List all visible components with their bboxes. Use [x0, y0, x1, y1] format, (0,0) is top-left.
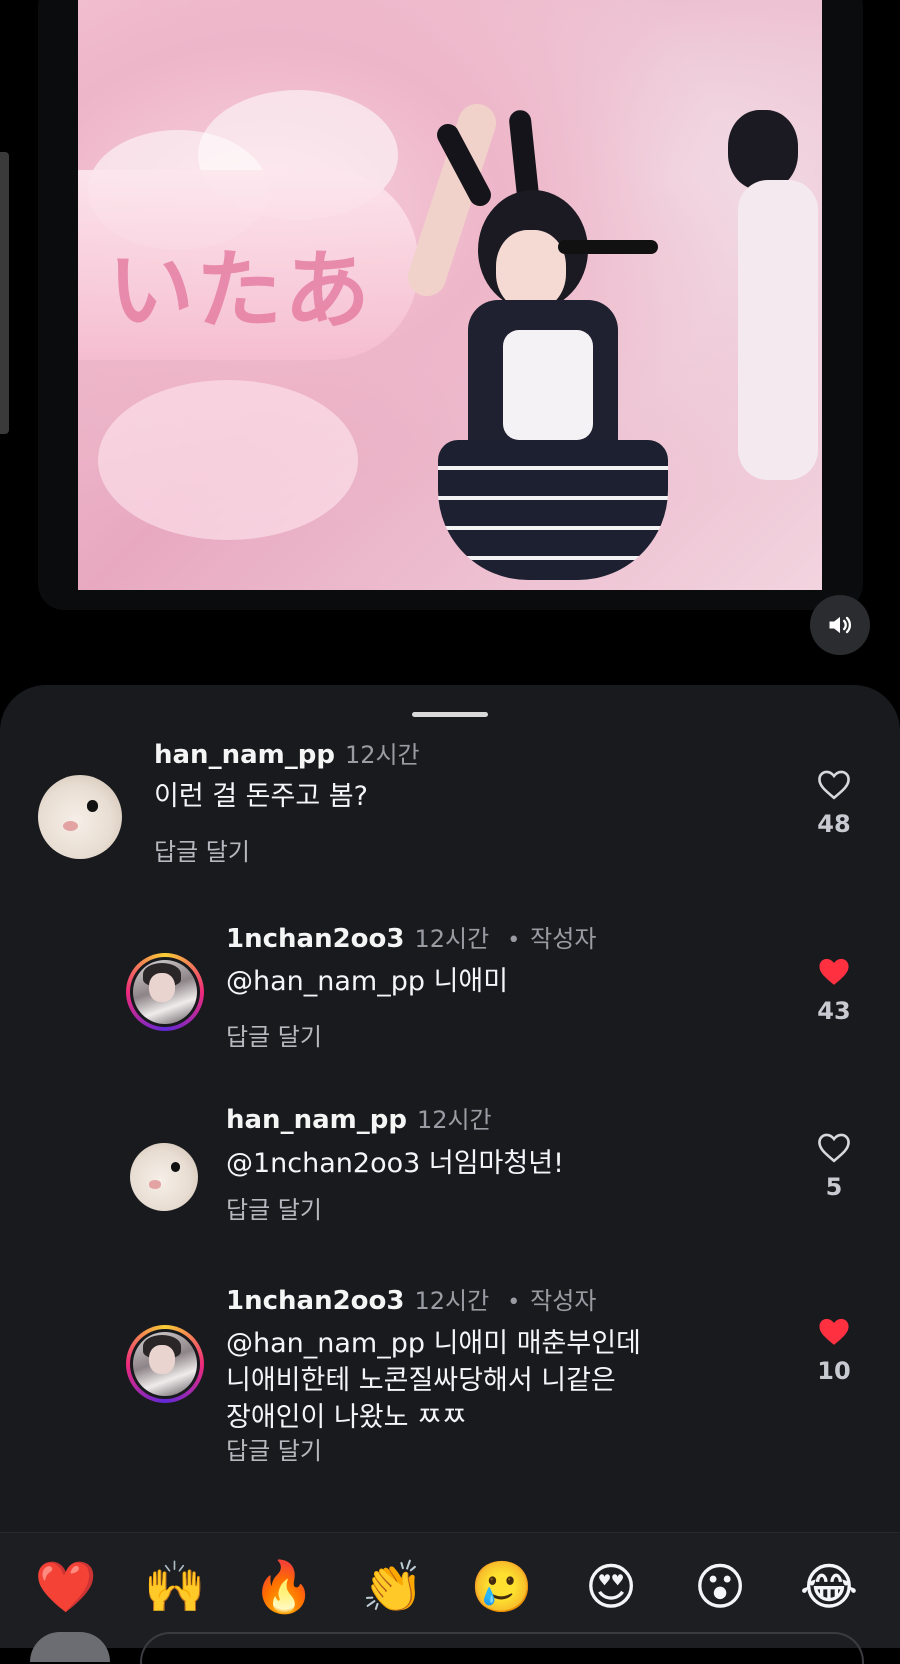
video-frame[interactable]: いたあ — [38, 0, 863, 610]
like-count: 5 — [825, 1173, 843, 1201]
emoji-heart-button[interactable]: ❤️ — [34, 1555, 98, 1619]
comments-sheet: han_nam_pp 12시간 이런 걸 돈주고 봄? 답글 달기 48 1nc… — [0, 685, 900, 1647]
scroll-indicator[interactable] — [0, 152, 9, 434]
reply-button[interactable]: 답글 달기 — [226, 1190, 322, 1225]
sound-toggle-button[interactable] — [810, 595, 870, 655]
comment-text: @han_nam_pp 니애미 — [226, 966, 509, 997]
emoji-tearful-smile-button[interactable]: 🥲 — [470, 1555, 534, 1619]
reply-button[interactable]: 답글 달기 — [154, 832, 250, 867]
video-area: いたあ — [0, 0, 900, 690]
comment-username[interactable]: 1nchan2oo3 — [226, 924, 404, 954]
author-badge: 작성자 — [530, 1287, 597, 1315]
author-badge: 작성자 — [530, 925, 597, 953]
video-content[interactable]: いたあ — [78, 0, 822, 590]
comment-text: @han_nam_pp 니애미 매춘부인데 니애비한테 노콘질싸당해서 니같은 … — [226, 1328, 641, 1433]
heart-outline-icon — [818, 770, 850, 800]
comment-username[interactable]: han_nam_pp — [226, 1105, 407, 1135]
comment-time: 12시간 — [416, 1106, 492, 1134]
emoji-laughing-button[interactable]: 😂 — [797, 1555, 861, 1619]
like-count: 48 — [817, 810, 851, 838]
heart-filled-icon — [819, 1318, 849, 1345]
heart-outline-icon — [818, 1133, 850, 1163]
sheet-drag-handle[interactable] — [412, 712, 488, 717]
like-button[interactable]: 43 — [804, 955, 864, 1025]
reply-button[interactable]: 답글 달기 — [226, 1431, 322, 1466]
like-count: 43 — [817, 997, 851, 1025]
comment-text: 이런 걸 돈주고 봄? — [154, 781, 368, 812]
like-button[interactable]: 5 — [804, 1131, 864, 1201]
heart-filled-icon — [819, 958, 849, 985]
comment-time: 12시간 — [414, 1287, 490, 1315]
emoji-heart-eyes-button[interactable]: 😍 — [579, 1555, 643, 1619]
emoji-raised-hands-button[interactable]: 🙌 — [143, 1555, 207, 1619]
emoji-reaction-bar: ❤️ 🙌 🔥 👏 🥲 😍 😮 😂 — [0, 1532, 900, 1648]
comment-username[interactable]: 1nchan2oo3 — [226, 1286, 404, 1316]
emoji-clap-button[interactable]: 👏 — [361, 1555, 425, 1619]
like-button[interactable]: 48 — [804, 768, 864, 838]
reply-button[interactable]: 답글 달기 — [226, 1017, 322, 1052]
avatar[interactable] — [38, 775, 122, 859]
avatar-story-ring[interactable] — [126, 953, 204, 1031]
emoji-surprised-button[interactable]: 😮 — [688, 1555, 752, 1619]
speaker-volume-icon — [829, 616, 852, 634]
comment-time: 12시간 — [414, 925, 490, 953]
performer — [403, 90, 708, 590]
comment-time: 12시간 — [344, 741, 420, 769]
comment-text: @1nchan2oo3 너임마청년! — [226, 1148, 564, 1179]
like-button[interactable]: 10 — [804, 1315, 864, 1385]
avatar[interactable] — [130, 1143, 198, 1211]
like-count: 10 — [817, 1357, 851, 1385]
second-performer — [718, 110, 822, 590]
emoji-fire-button[interactable]: 🔥 — [252, 1555, 316, 1619]
stage-sign-lettering: いたあ — [108, 241, 372, 341]
comment-username[interactable]: han_nam_pp — [154, 740, 335, 770]
comment-input[interactable] — [140, 1632, 864, 1664]
avatar-story-ring[interactable] — [126, 1325, 204, 1403]
